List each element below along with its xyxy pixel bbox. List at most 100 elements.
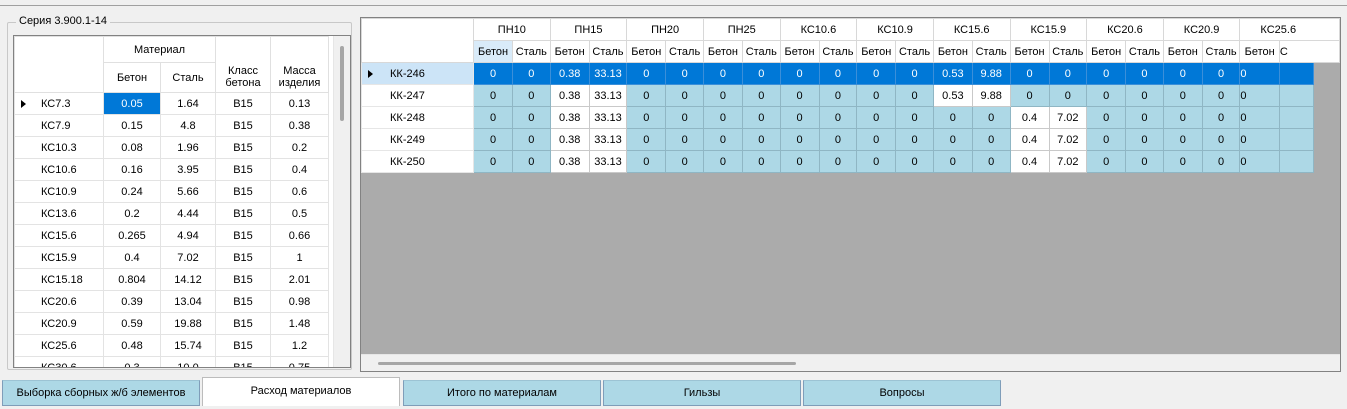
elements-grid[interactable]: Материал Класс бетона Масса изделия Бето… (13, 35, 351, 368)
consumption-cell[interactable]: 0 (1201, 128, 1241, 151)
consumption-cell[interactable]: 0 (473, 84, 514, 107)
consumption-cell[interactable]: 0.4 (1009, 128, 1050, 151)
group-header[interactable]: КС20.6 (1086, 18, 1164, 41)
element-mass-cell[interactable]: 1.2 (270, 334, 329, 357)
consumption-cell[interactable]: 0 (626, 62, 667, 85)
assembly-row[interactable]: КК-247 0 0 0.38 33.13 0 0 0 0 0 0 0 0 0.53 9.88 0 0 0 0 0 0 0 (361, 84, 1340, 107)
consumption-cell[interactable]: 0 (665, 150, 704, 173)
element-steel-cell[interactable]: 1.64 (160, 92, 216, 115)
element-mass-cell[interactable]: 0.2 (270, 136, 329, 159)
concrete-subheader[interactable]: Бетон (549, 40, 590, 63)
consumption-cell[interactable]: 0 (1162, 106, 1203, 129)
element-steel-cell[interactable]: 10.0 (160, 356, 216, 367)
consumption-cell[interactable]: 0 (665, 84, 704, 107)
group-header[interactable]: ПН15 (549, 18, 628, 41)
steel-subheader[interactable]: Сталь (588, 40, 628, 63)
consumption-cell[interactable]: 0 (856, 128, 897, 151)
consumption-cell[interactable]: 0 (1009, 62, 1050, 85)
element-name[interactable]: КС10.9 (14, 180, 104, 203)
consumption-cell[interactable]: 0 (932, 106, 973, 129)
consumption-grid[interactable]: ПН10 ПН15 ПН20 ПН25 КС10.6 КС10.9 КС15.6 КС15.9… (360, 17, 1341, 372)
assembly-name[interactable]: КК-249 (361, 128, 475, 151)
element-class-cell[interactable]: B15 (215, 114, 271, 137)
consumption-cell[interactable]: 0 (702, 84, 743, 107)
element-name[interactable]: КС10.3 (14, 136, 104, 159)
consumption-cell[interactable]: 0.38 (549, 128, 590, 151)
steel-subheader[interactable]: Сталь (512, 40, 551, 63)
element-row[interactable]: КС13.6 0.2 4.44 B15 0.5 (14, 202, 329, 225)
consumption-cell[interactable]: 0 (1239, 106, 1280, 129)
elements-grid-vscroll-thumb[interactable] (340, 46, 344, 121)
elements-grid-vscrollbar[interactable] (333, 36, 350, 367)
assembly-row[interactable]: КК-248 0 0 0.38 33.13 0 0 0 0 0 0 0 0 0 0 0.4 7.02 0 0 0 0 0 (361, 106, 1340, 129)
element-steel-cell[interactable]: 14.12 (160, 268, 216, 291)
element-class-cell[interactable]: B15 (215, 224, 271, 247)
element-class-cell[interactable]: B15 (215, 334, 271, 357)
element-name[interactable]: КС20.6 (14, 290, 104, 313)
element-concrete-cell[interactable]: 0.48 (103, 334, 161, 357)
element-mass-cell[interactable]: 0.75 (270, 356, 329, 367)
consumption-cell[interactable]: 33.13 (588, 106, 628, 129)
consumption-cell[interactable]: 0 (626, 128, 667, 151)
element-class-cell[interactable]: B15 (215, 312, 271, 335)
assembly-name[interactable]: КК-248 (361, 106, 475, 129)
consumption-cell[interactable]: 0 (932, 128, 973, 151)
steel-header[interactable]: Сталь (160, 62, 216, 93)
element-name[interactable]: КС7.3 (14, 92, 104, 115)
element-steel-cell[interactable]: 7.02 (160, 246, 216, 269)
element-mass-cell[interactable]: 1.48 (270, 312, 329, 335)
consumption-cell[interactable]: 0 (1162, 128, 1203, 151)
consumption-cell[interactable]: 33.13 (588, 128, 628, 151)
element-name[interactable]: КС13.6 (14, 202, 104, 225)
consumption-cell[interactable]: 0 (626, 106, 667, 129)
consumption-cell[interactable]: 0 (702, 150, 743, 173)
element-steel-cell[interactable]: 4.44 (160, 202, 216, 225)
tab-material-totals[interactable]: Итого по материалам (403, 380, 601, 406)
consumption-cell[interactable]: 0 (1125, 62, 1164, 85)
element-class-cell[interactable]: B15 (215, 356, 271, 367)
group-header[interactable]: КС10.9 (856, 18, 934, 41)
consumption-cell[interactable]: 0 (1009, 84, 1050, 107)
element-name[interactable]: КС20.9 (14, 312, 104, 335)
consumption-cell[interactable]: 0 (779, 62, 820, 85)
group-header[interactable]: ПН20 (626, 18, 704, 41)
element-name[interactable]: КС15.18 (14, 268, 104, 291)
element-steel-cell[interactable]: 5.66 (160, 180, 216, 203)
consumption-cell[interactable]: 0 (779, 150, 820, 173)
element-row[interactable]: КС20.6 0.39 13.04 B15 0.98 (14, 290, 329, 313)
consumption-cell[interactable]: 0 (779, 106, 820, 129)
consumption-cell[interactable]: 9.88 (971, 62, 1011, 85)
consumption-cell[interactable]: 0 (779, 128, 820, 151)
element-row[interactable]: КС10.6 0.16 3.95 B15 0.4 (14, 158, 329, 181)
assembly-name[interactable]: КК-246 (361, 62, 475, 85)
consumption-cell[interactable]: 33.13 (588, 84, 628, 107)
consumption-cell[interactable]: 7.02 (1048, 150, 1088, 173)
consumption-cell[interactable]: 0 (1162, 62, 1203, 85)
consumption-cell[interactable]: 0.38 (549, 150, 590, 173)
consumption-cell[interactable]: 0 (1239, 84, 1280, 107)
concrete-subheader[interactable]: Бетон (779, 40, 820, 63)
consumption-cell[interactable]: 0.38 (549, 84, 590, 107)
concrete-subheader[interactable]: Бетон (626, 40, 667, 63)
group-header[interactable]: ПН10 (473, 18, 551, 41)
group-header[interactable]: КС10.6 (779, 18, 858, 41)
consumption-cell[interactable]: 0 (665, 128, 704, 151)
consumption-cell[interactable]: 0 (856, 84, 897, 107)
consumption-cell[interactable]: 0 (1125, 150, 1164, 173)
consumption-cell[interactable]: 0 (473, 62, 514, 85)
consumption-cell[interactable]: 33.13 (588, 150, 628, 173)
concrete-subheader[interactable]: Бетон (932, 40, 973, 63)
consumption-cell[interactable]: 0 (1162, 84, 1203, 107)
consumption-cell[interactable]: 0 (895, 84, 934, 107)
element-mass-cell[interactable]: 0.66 (270, 224, 329, 247)
consumption-cell[interactable]: 0 (473, 150, 514, 173)
element-mass-cell[interactable]: 2.01 (270, 268, 329, 291)
group-header[interactable]: КС15.6 (932, 18, 1011, 41)
group-header[interactable]: КС15.9 (1009, 18, 1088, 41)
consumption-cell[interactable]: 7.02 (1048, 106, 1088, 129)
element-steel-cell[interactable]: 1.96 (160, 136, 216, 159)
element-row[interactable]: КС15.9 0.4 7.02 B15 1 (14, 246, 329, 269)
consumption-cell[interactable]: 0 (971, 128, 1011, 151)
concrete-subheader[interactable]: Бетон (702, 40, 743, 63)
mass-header[interactable]: Масса изделия (270, 36, 329, 93)
